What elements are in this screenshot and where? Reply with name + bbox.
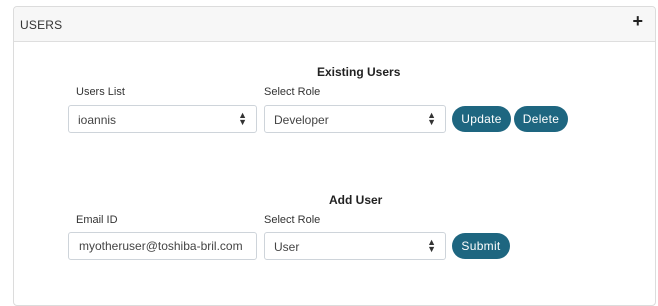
users-panel: USERS + (13, 6, 656, 306)
add-user-heading: Add User (329, 193, 383, 207)
existing-role-label: Select Role (264, 86, 321, 98)
existing-users-heading: Existing Users (317, 65, 401, 79)
select-caret-icon: ▲ ▼ (238, 110, 247, 127)
existing-role-value: Developer (274, 113, 329, 127)
users-list-label: Users List (76, 86, 125, 98)
email-id-input[interactable] (68, 232, 257, 260)
delete-button[interactable]: Delete (514, 106, 568, 132)
update-button[interactable]: Update (452, 106, 511, 132)
users-list-value: ioannis (78, 113, 117, 127)
add-role-label: Select Role (264, 214, 321, 226)
panel-title: USERS (20, 18, 63, 32)
select-caret-icon: ▲ ▼ (427, 237, 436, 254)
email-id-label: Email ID (76, 214, 118, 226)
plus-icon[interactable]: + (632, 12, 643, 30)
panel-header: USERS + (14, 7, 655, 42)
add-role-value: User (274, 240, 300, 254)
existing-role-select[interactable]: Developer ▲ ▼ (264, 105, 446, 133)
users-list-select[interactable]: ioannis ▲ ▼ (68, 105, 257, 133)
submit-button[interactable]: Submit (452, 233, 510, 259)
select-caret-icon: ▲ ▼ (427, 110, 436, 127)
add-role-select[interactable]: User ▲ ▼ (264, 232, 446, 260)
